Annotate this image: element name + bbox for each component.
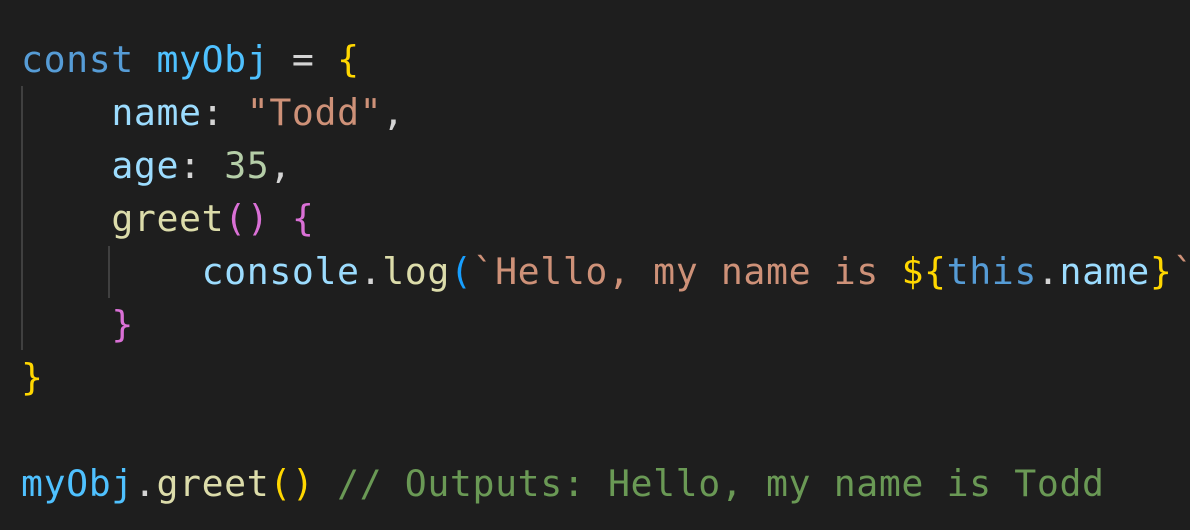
variable-name: myObj: [156, 38, 270, 81]
interpolation-open: ${: [901, 250, 947, 293]
comma: ,: [382, 91, 405, 134]
comma: ,: [269, 144, 292, 187]
method-call: greet: [156, 462, 270, 505]
keyword-this: this: [946, 250, 1037, 293]
colon: :: [179, 144, 202, 187]
code-line-1: const myObj = {: [21, 34, 360, 86]
property-name: name: [111, 91, 202, 134]
dot: .: [1036, 250, 1060, 293]
property-age: age: [111, 144, 180, 187]
code-line-6: }: [21, 299, 134, 351]
comment: // Outputs: Hello, my name is Todd: [337, 462, 1105, 505]
code-editor[interactable]: const myObj = { name: "Todd", age: 35, g…: [0, 0, 1190, 530]
code-line-9: myObj.greet() // Outputs: Hello, my name…: [21, 458, 1105, 510]
assign-operator: =: [291, 38, 315, 81]
colon: :: [201, 91, 225, 134]
paren-open: (: [224, 197, 247, 240]
variable-name: myObj: [21, 462, 134, 505]
interpolation-close: }: [1149, 250, 1173, 293]
code-line-2: name: "Todd",: [21, 87, 405, 139]
paren-open: (: [449, 250, 473, 293]
property-access-name: name: [1059, 250, 1150, 293]
number-value: 35: [224, 144, 270, 187]
dot: .: [133, 462, 157, 505]
string-value: "Todd": [246, 91, 383, 134]
paren-close: ): [246, 197, 270, 240]
method-open-brace: {: [291, 197, 315, 240]
paren-open: (: [269, 462, 292, 505]
code-line-4: greet() {: [21, 193, 315, 245]
code-line-7: }: [21, 352, 44, 404]
template-string-end: `: [1172, 250, 1190, 293]
object-close-brace: }: [21, 356, 44, 399]
paren-close: ): [291, 462, 315, 505]
object-open-brace: {: [337, 38, 360, 81]
method-name: greet: [111, 197, 225, 240]
code-line-5: console.log(`Hello, my name is ${this.na…: [21, 246, 1190, 298]
method-close-brace: }: [111, 303, 134, 346]
template-string-start: `Hello, my name is: [472, 250, 902, 293]
log-function: log: [382, 250, 450, 293]
console-object: console: [201, 250, 360, 293]
dot: .: [359, 250, 383, 293]
keyword-const: const: [21, 38, 134, 81]
code-line-3: age: 35,: [21, 140, 292, 192]
